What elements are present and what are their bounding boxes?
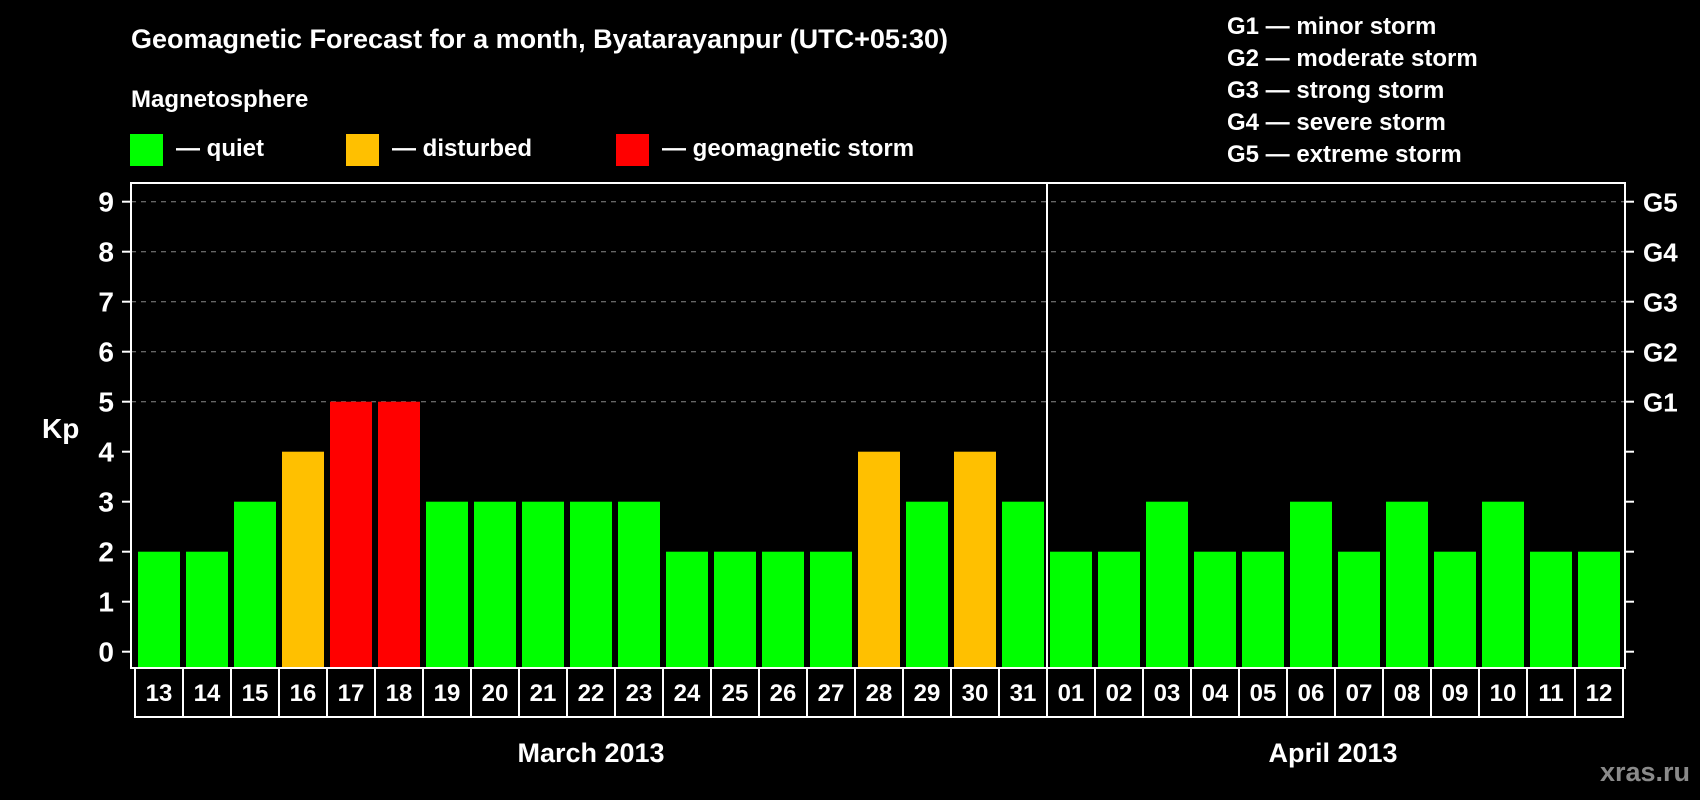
x-tick-label: 24 (674, 680, 701, 707)
bar-24 (666, 551, 708, 668)
x-tick-label: 06 (1298, 680, 1325, 707)
bar-05 (1242, 551, 1284, 668)
bar-01 (1050, 551, 1092, 668)
bar-06 (1290, 501, 1332, 668)
x-tick-label: 14 (194, 680, 221, 707)
bar-04 (1194, 551, 1236, 668)
x-tick-label: 17 (338, 680, 365, 707)
y-tick-label: 3 (98, 487, 114, 518)
x-tick-label: 08 (1394, 680, 1421, 707)
bar-28 (858, 451, 900, 668)
y-tick-label: 8 (98, 237, 114, 268)
x-tick-label: 29 (914, 680, 941, 707)
bar-10 (1482, 501, 1524, 668)
bar-26 (762, 551, 804, 668)
bar-13 (138, 551, 180, 668)
bar-16 (282, 451, 324, 668)
x-tick-label: 04 (1202, 680, 1229, 707)
bar-17 (330, 401, 372, 668)
bar-07 (1338, 551, 1380, 668)
x-tick-label: 05 (1250, 680, 1277, 707)
g-scale-label-G2: G2 (1643, 338, 1678, 368)
bar-20 (474, 501, 516, 668)
bar-08 (1386, 501, 1428, 668)
x-tick-label: 12 (1586, 680, 1613, 707)
x-tick-label: 15 (242, 680, 269, 707)
x-tick-label: 28 (866, 680, 893, 707)
y-tick-label: 4 (98, 437, 114, 468)
bar-30 (954, 451, 996, 668)
y-axis-label: Kp (42, 413, 79, 444)
x-tick-label: 30 (962, 680, 989, 707)
month-label-april: April 2013 (1268, 738, 1397, 768)
y-tick-label: 1 (98, 587, 114, 618)
x-tick-label: 03 (1154, 680, 1181, 707)
g-scale-label-G3: G3 (1643, 288, 1678, 318)
bar-15 (234, 501, 276, 668)
x-tick-label: 11 (1538, 680, 1563, 707)
x-tick-label: 21 (530, 680, 557, 707)
x-tick-label: 18 (386, 680, 413, 707)
bar-19 (426, 501, 468, 668)
g-scale-label-G4: G4 (1643, 238, 1678, 268)
bar-12 (1578, 551, 1620, 668)
x-tick-label: 13 (146, 680, 173, 707)
x-tick-label: 26 (770, 680, 797, 707)
bar-31 (1002, 501, 1044, 668)
g-scale-label-G5: G5 (1643, 188, 1678, 218)
bar-23 (618, 501, 660, 668)
y-tick-label: 2 (98, 537, 114, 568)
bar-21 (522, 501, 564, 668)
bar-18 (378, 401, 420, 668)
y-tick-label: 9 (98, 187, 114, 218)
x-tick-label: 27 (818, 680, 845, 707)
bar-25 (714, 551, 756, 668)
x-tick-label: 07 (1346, 680, 1373, 707)
bar-03 (1146, 501, 1188, 668)
bar-02 (1098, 551, 1140, 668)
bar-22 (570, 501, 612, 668)
kp-chart: 0123456789G1G2G3G4G5Kp13 14 15 16 17 18 19 20 21… (42, 182, 1678, 768)
x-tick-label: 20 (482, 680, 509, 707)
x-tick-label: 10 (1490, 680, 1517, 707)
bar-29 (906, 501, 948, 668)
y-tick-label: 6 (98, 337, 114, 368)
x-tick-label: 22 (578, 680, 605, 707)
x-tick-label: 02 (1106, 680, 1133, 707)
x-tick-label: 25 (722, 680, 749, 707)
bar-27 (810, 551, 852, 668)
x-tick-label: 09 (1442, 680, 1469, 707)
bar-09 (1434, 551, 1476, 668)
y-tick-label: 7 (98, 287, 114, 318)
x-tick-label: 01 (1058, 680, 1085, 707)
y-tick-label: 5 (98, 387, 114, 418)
bar-14 (186, 551, 228, 668)
x-tick-label: 19 (434, 680, 461, 707)
x-tick-label: 16 (290, 680, 317, 707)
watermark: xras.ru (1599, 757, 1690, 787)
y-tick-label: 0 (98, 637, 114, 668)
x-tick-label: 23 (626, 680, 653, 707)
x-tick-label: 31 (1010, 680, 1037, 707)
bar-11 (1530, 551, 1572, 668)
g-scale-label-G1: G1 (1643, 388, 1678, 418)
month-label-march: March 2013 (517, 738, 664, 768)
